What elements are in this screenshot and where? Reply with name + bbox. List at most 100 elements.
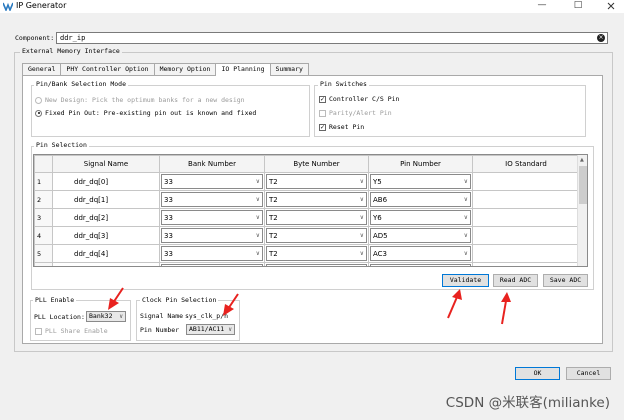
controller-cs-checkbox[interactable]: ✓ xyxy=(319,95,326,103)
pll-location-value: Bank32 xyxy=(89,312,113,320)
pin-switches-title: Pin Switches xyxy=(318,80,369,88)
cancel-button[interactable]: Cancel xyxy=(566,367,611,380)
clear-icon[interactable]: × xyxy=(597,34,605,42)
signal-name-cell: ddr_dq[3] xyxy=(52,226,160,245)
tab-io-planning[interactable]: IO Planning xyxy=(215,63,271,76)
validate-button[interactable]: Validate xyxy=(442,274,489,287)
chevron-down-icon: ∨ xyxy=(463,214,468,221)
bank-number-value: 33 xyxy=(164,195,173,204)
pin-number-value: Y6 xyxy=(373,213,382,222)
pin-number-select[interactable]: Y6 ∨ xyxy=(370,210,471,225)
column-header-signal-name[interactable]: Signal Name xyxy=(52,155,160,173)
io-standard-cell[interactable] xyxy=(472,226,580,245)
bank-number-select[interactable]: 33 ∨ xyxy=(161,228,263,243)
parity-alert-option[interactable]: Parity/Alert Pin xyxy=(319,109,392,117)
app-logo-icon xyxy=(3,2,13,11)
row-number: 3 xyxy=(34,208,53,227)
tab-phy-controller-option[interactable]: PHY Controller Option xyxy=(60,63,155,75)
signal-name-cell: ddr_dq[0] xyxy=(52,172,160,191)
pll-location-label: PLL Location: xyxy=(34,313,85,321)
reset-pin-checkbox[interactable]: ✓ xyxy=(319,123,326,131)
byte-number-select[interactable]: T2 ∨ xyxy=(266,228,367,243)
chevron-down-icon: ∨ xyxy=(359,250,364,257)
tab-summary[interactable]: Summary xyxy=(269,63,309,75)
maximize-button[interactable]: □ xyxy=(568,0,588,12)
scrollbar-thumb[interactable] xyxy=(579,166,587,204)
chevron-down-icon: ∨ xyxy=(359,178,364,185)
byte-number-value: T2 xyxy=(269,195,278,204)
clock-pin-select[interactable]: AB11/AC11 ∨ xyxy=(186,324,235,335)
fixed-pin-label: Fixed Pin Out: Pre-existing pin out is k… xyxy=(45,109,257,117)
pin-number-select[interactable]: AD5 ∨ xyxy=(370,228,471,243)
row-number: 4 xyxy=(34,226,53,245)
column-header-pin-number[interactable]: Pin Number xyxy=(368,155,473,173)
byte-number-value: T2 xyxy=(269,249,278,258)
column-header-byte-number[interactable]: Byte Number xyxy=(264,155,369,173)
table-vertical-scrollbar[interactable]: ▲ xyxy=(577,155,587,266)
row-number: 1 xyxy=(34,172,53,191)
table-row xyxy=(34,262,580,266)
chevron-down-icon: ∨ xyxy=(359,232,364,239)
bank-number-select[interactable]: 33 ∨ xyxy=(161,246,263,261)
pin-number-value: AB6 xyxy=(373,195,388,204)
read-adc-button[interactable]: Read ADC xyxy=(493,274,538,287)
parity-alert-checkbox[interactable] xyxy=(319,109,326,117)
pin-number-value: Y5 xyxy=(373,177,382,186)
chevron-down-icon: ∨ xyxy=(255,178,260,185)
clock-pin-label: Pin Number xyxy=(140,326,180,334)
parity-alert-label: Parity/Alert Pin xyxy=(329,109,392,117)
new-design-radio[interactable] xyxy=(35,96,42,104)
pin-number-select[interactable]: AB6 ∨ xyxy=(370,192,471,207)
chevron-down-icon: ∨ xyxy=(359,214,364,221)
controller-cs-option[interactable]: ✓ Controller C/S Pin xyxy=(319,95,399,103)
clock-pin-title: Clock Pin Selection xyxy=(140,296,219,304)
close-icon[interactable] xyxy=(607,2,615,10)
pin-bank-mode-title: Pin/Bank Selection Mode xyxy=(34,80,129,88)
fixed-pin-option[interactable]: Fixed Pin Out: Pre-existing pin out is k… xyxy=(35,109,256,117)
io-standard-cell[interactable] xyxy=(472,190,580,209)
component-name-value: ddr_ip xyxy=(60,34,86,42)
scroll-up-icon[interactable]: ▲ xyxy=(580,157,584,163)
byte-number-select[interactable]: T2 ∨ xyxy=(266,210,367,225)
ok-button[interactable]: OK xyxy=(515,367,560,380)
byte-number-select[interactable]: T2 ∨ xyxy=(266,174,367,189)
pin-selection-title: Pin Selection xyxy=(34,141,89,149)
chevron-down-icon: ∨ xyxy=(255,214,260,221)
bank-number-select[interactable]: 33 ∨ xyxy=(161,174,263,189)
fixed-pin-radio[interactable] xyxy=(35,109,42,117)
chevron-down-icon: ∨ xyxy=(463,232,468,239)
tab-memory-option[interactable]: Memory Option xyxy=(153,63,217,75)
pll-share-label: PLL Share Enable xyxy=(45,327,108,335)
byte-number-select[interactable]: T2 ∨ xyxy=(266,192,367,207)
pll-share-option[interactable]: PLL Share Enable xyxy=(35,327,108,335)
row-number: 2 xyxy=(34,190,53,209)
corner-header xyxy=(34,155,53,173)
io-standard-cell[interactable] xyxy=(472,172,580,191)
pin-number-select[interactable]: Y5 ∨ xyxy=(370,174,471,189)
io-standard-cell[interactable] xyxy=(472,208,580,227)
table-row: 4 ddr_dq[3] 33 ∨ T2 ∨ AD5 ∨ xyxy=(34,226,580,245)
pin-number-value: AC3 xyxy=(373,249,388,258)
component-label: Component: xyxy=(15,34,55,42)
byte-number-select[interactable]: T2 ∨ xyxy=(266,246,367,261)
pin-table-grid: Signal Name Bank Number Byte Number Pin … xyxy=(34,155,580,266)
signal-name-cell: ddr_dq[1] xyxy=(52,190,160,209)
pll-share-checkbox[interactable] xyxy=(35,327,42,335)
tab-general[interactable]: General xyxy=(22,63,62,75)
pin-number-select[interactable]: AC3 ∨ xyxy=(370,246,471,261)
pll-location-select[interactable]: Bank32 ∨ xyxy=(86,311,126,322)
bank-number-select[interactable]: 33 ∨ xyxy=(161,192,263,207)
bank-number-value: 33 xyxy=(164,213,173,222)
bank-number-select[interactable]: 33 ∨ xyxy=(161,210,263,225)
column-header-io-standard[interactable]: IO Standard xyxy=(472,155,580,173)
pin-table: Signal Name Bank Number Byte Number Pin … xyxy=(33,154,588,267)
component-name-input[interactable]: ddr_ip × xyxy=(56,32,608,44)
column-header-bank-number[interactable]: Bank Number xyxy=(159,155,265,173)
reset-pin-option[interactable]: ✓ Reset Pin xyxy=(319,123,364,131)
new-design-option[interactable]: New Design: Pick the optimum banks for a… xyxy=(35,96,245,104)
chevron-down-icon: ∨ xyxy=(119,313,123,320)
save-adc-button[interactable]: Save ADC xyxy=(543,274,588,287)
io-standard-cell[interactable] xyxy=(472,244,580,263)
minimize-button[interactable]: — xyxy=(532,0,552,12)
chevron-down-icon: ∨ xyxy=(255,250,260,257)
